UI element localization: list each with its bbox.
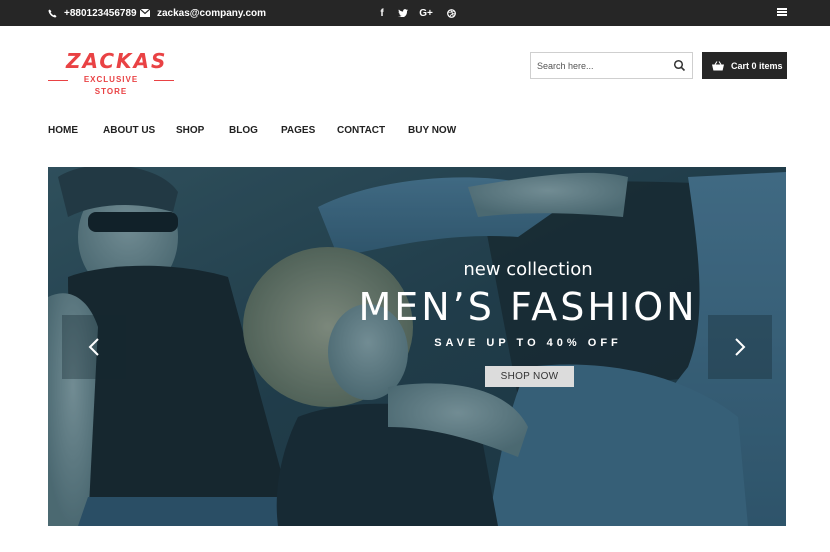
- slider-next-button[interactable]: [708, 315, 772, 379]
- nav-blog[interactable]: BLOG: [229, 124, 258, 138]
- envelope-icon: [140, 9, 150, 17]
- logo-rule-left: [48, 80, 68, 81]
- nav-pages[interactable]: PAGES: [281, 124, 315, 138]
- twitter-icon[interactable]: [395, 0, 411, 26]
- email-contact[interactable]: zackas@company.com: [140, 0, 266, 26]
- phone-number: +880123456789: [64, 7, 137, 19]
- shop-now-button[interactable]: SHOP NOW: [485, 366, 574, 387]
- facebook-icon[interactable]: f: [374, 0, 390, 26]
- logo-wordmark: ZACKAS: [66, 49, 168, 73]
- hamburger-icon[interactable]: [777, 8, 787, 17]
- dribbble-icon[interactable]: [443, 0, 459, 26]
- google-plus-icon[interactable]: G+: [418, 0, 434, 26]
- hero-title: MEN’S FASHION: [358, 285, 698, 329]
- email-address: zackas@company.com: [157, 7, 267, 19]
- basket-icon: [712, 60, 724, 70]
- phone-icon: [48, 8, 57, 18]
- nav-about-us[interactable]: ABOUT US: [103, 124, 155, 138]
- search-box: [530, 52, 693, 79]
- cart-label: Cart 0 items: [731, 60, 783, 71]
- chevron-left-icon: [88, 338, 99, 356]
- logo-rule-right: [154, 80, 174, 81]
- nav-buy-now[interactable]: BUY NOW: [408, 124, 456, 138]
- phone-contact[interactable]: +880123456789: [48, 0, 137, 26]
- slider-prev-button[interactable]: [62, 315, 126, 379]
- cart-button[interactable]: Cart 0 items: [702, 52, 787, 79]
- nav-shop[interactable]: SHOP: [176, 124, 204, 138]
- hero-slider: new collection MEN’S FASHION SAVE UP TO …: [48, 167, 786, 526]
- logo-tagline-row: EXCLUSIVE STORE: [48, 74, 174, 96]
- store-logo[interactable]: ZACKAS EXCLUSIVE STORE: [48, 49, 174, 96]
- logo-tagline: EXCLUSIVE STORE: [83, 75, 139, 96]
- nav-home[interactable]: HOME: [48, 124, 78, 138]
- search-icon[interactable]: [673, 59, 686, 72]
- hero-subtitle: new collection: [463, 259, 593, 280]
- chevron-right-icon: [735, 338, 746, 356]
- top-bar: +880123456789 zackas@company.com f G+: [0, 0, 830, 26]
- search-input[interactable]: [537, 57, 667, 74]
- nav-contact[interactable]: CONTACT: [337, 124, 385, 138]
- hero-offer: SAVE UP TO 40% OFF: [434, 337, 622, 349]
